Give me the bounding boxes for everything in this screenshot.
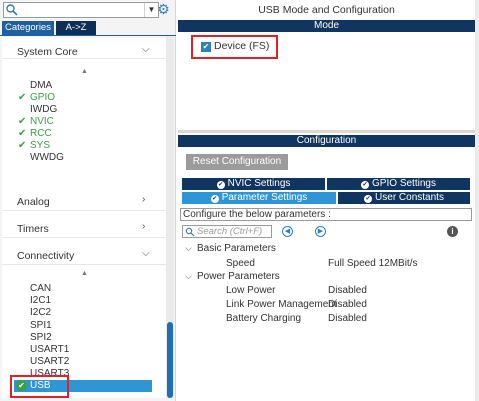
previous-icon[interactable]: ◀ [282,226,293,237]
param-value[interactable]: Disabled [328,299,367,310]
chevron-down-icon[interactable]: ⌵ [142,248,150,259]
list-item-wwdg[interactable]: WWDG [30,152,64,163]
list-item-gpio[interactable]: GPIO [30,92,55,103]
category-tree: System Core ⌵ ▲ DMA ✔ GPIO IWDG ✔ NVIC ✔… [2,38,166,398]
chevron-right-icon[interactable]: › [142,221,145,232]
param-name: Link Power Management [226,299,337,310]
list-item-dma[interactable]: DMA [30,80,52,91]
scrollbar-thumb[interactable] [167,322,173,398]
divider [2,210,166,211]
parameter-search-input[interactable]: Search (Ctrl+F) [182,225,272,238]
chevron-down-icon[interactable]: ⌵ [185,243,197,254]
tab-nvic-settings[interactable]: ✔ NVIC Settings [182,178,325,190]
param-value[interactable]: Disabled [328,313,367,324]
tab-parameter-settings[interactable]: ✔ Parameter Settings [182,192,336,204]
sort-indicator-icon: ▲ [81,270,88,277]
search-icon [185,227,195,237]
device-checkbox[interactable]: ✔ [201,42,211,52]
list-item-rcc[interactable]: RCC [30,128,52,139]
list-item-usart1[interactable]: USART1 [30,344,69,355]
group-label: Power Parameters [197,271,280,282]
panel-splitter[interactable] [178,130,475,133]
list-item-spi1[interactable]: SPI1 [30,320,52,331]
configure-info: Configure the below parameters : [180,208,472,221]
check-icon: ✔ [18,92,27,103]
search-icon [6,4,18,16]
list-item-usart2[interactable]: USART2 [30,356,69,367]
check-icon: ✔ [18,128,27,139]
tab-label: NVIC Settings [227,178,291,189]
check-circle-icon: ✔ [361,181,370,189]
list-item-can[interactable]: CAN [30,283,51,294]
param-name: Speed [226,258,255,269]
category-connectivity[interactable]: Connectivity [17,250,74,262]
divider [2,58,166,59]
category-search-input[interactable]: ▼ [3,2,159,18]
tab-a-z[interactable]: A->Z [56,21,96,35]
sort-indicator-icon: ▲ [81,68,88,75]
group-label: Basic Parameters [197,243,276,254]
group-basic-parameters[interactable]: ⌵ Basic Parameters [185,243,276,254]
right-panel: USB Mode and Configuration Mode ✔ Device… [178,0,479,401]
divider [2,264,166,265]
list-item-nvic[interactable]: NVIC [30,116,54,127]
left-panel: ▼ ⚙ Categories A->Z System Core ⌵ ▲ DMA … [0,0,176,401]
param-name: Battery Charging [226,313,302,324]
param-value[interactable]: Disabled [328,285,367,296]
tab-label: Parameter Settings [221,192,308,203]
chevron-down-icon[interactable]: ⌵ [142,44,150,55]
chevron-down-icon[interactable]: ⌵ [185,271,197,282]
device-label[interactable]: Device (FS) [214,40,269,52]
usb-highlight-box [10,375,69,398]
list-item-sys[interactable]: SYS [30,140,50,151]
chevron-right-icon[interactable]: › [142,194,145,205]
check-circle-icon: ✔ [216,181,225,189]
category-analog[interactable]: Analog [17,196,50,208]
list-item-spi2[interactable]: SPI2 [30,332,52,343]
tab-label: User Constants [375,192,444,203]
tab-gpio-settings[interactable]: ✔ GPIO Settings [327,178,470,190]
vertical-scrollbar[interactable] [166,36,174,398]
info-icon[interactable]: i [447,226,458,237]
list-item-i2c2[interactable]: I2C2 [30,307,51,318]
gear-icon[interactable]: ⚙ [156,2,171,17]
check-circle-icon: ✔ [210,195,219,203]
list-item-iwdg[interactable]: IWDG [30,104,57,115]
reset-configuration-button[interactable]: Reset Configuration [186,154,288,170]
check-icon: ✔ [18,116,27,127]
next-icon[interactable]: ▶ [315,226,326,237]
param-name: Low Power [226,285,276,296]
tab-user-constants[interactable]: ✔ User Constants [338,192,470,204]
tab-categories[interactable]: Categories [2,21,54,35]
page-title: USB Mode and Configuration [258,4,395,16]
check-icon: ✔ [18,140,27,151]
tab-label: GPIO Settings [372,178,436,189]
search-placeholder: Search (Ctrl+F) [197,226,263,237]
param-value[interactable]: Full Speed 12MBit/s [328,258,418,269]
list-item-i2c1[interactable]: I2C1 [30,295,51,306]
group-power-parameters[interactable]: ⌵ Power Parameters [185,271,280,282]
mode-header: Mode [178,20,475,32]
category-timers[interactable]: Timers [17,223,49,235]
divider [2,237,166,238]
right-scrollbar[interactable] [475,0,479,401]
configuration-header: Configuration [178,135,475,147]
check-circle-icon: ✔ [364,195,373,203]
tab-divider [0,35,176,36]
category-system-core[interactable]: System Core [17,46,78,58]
